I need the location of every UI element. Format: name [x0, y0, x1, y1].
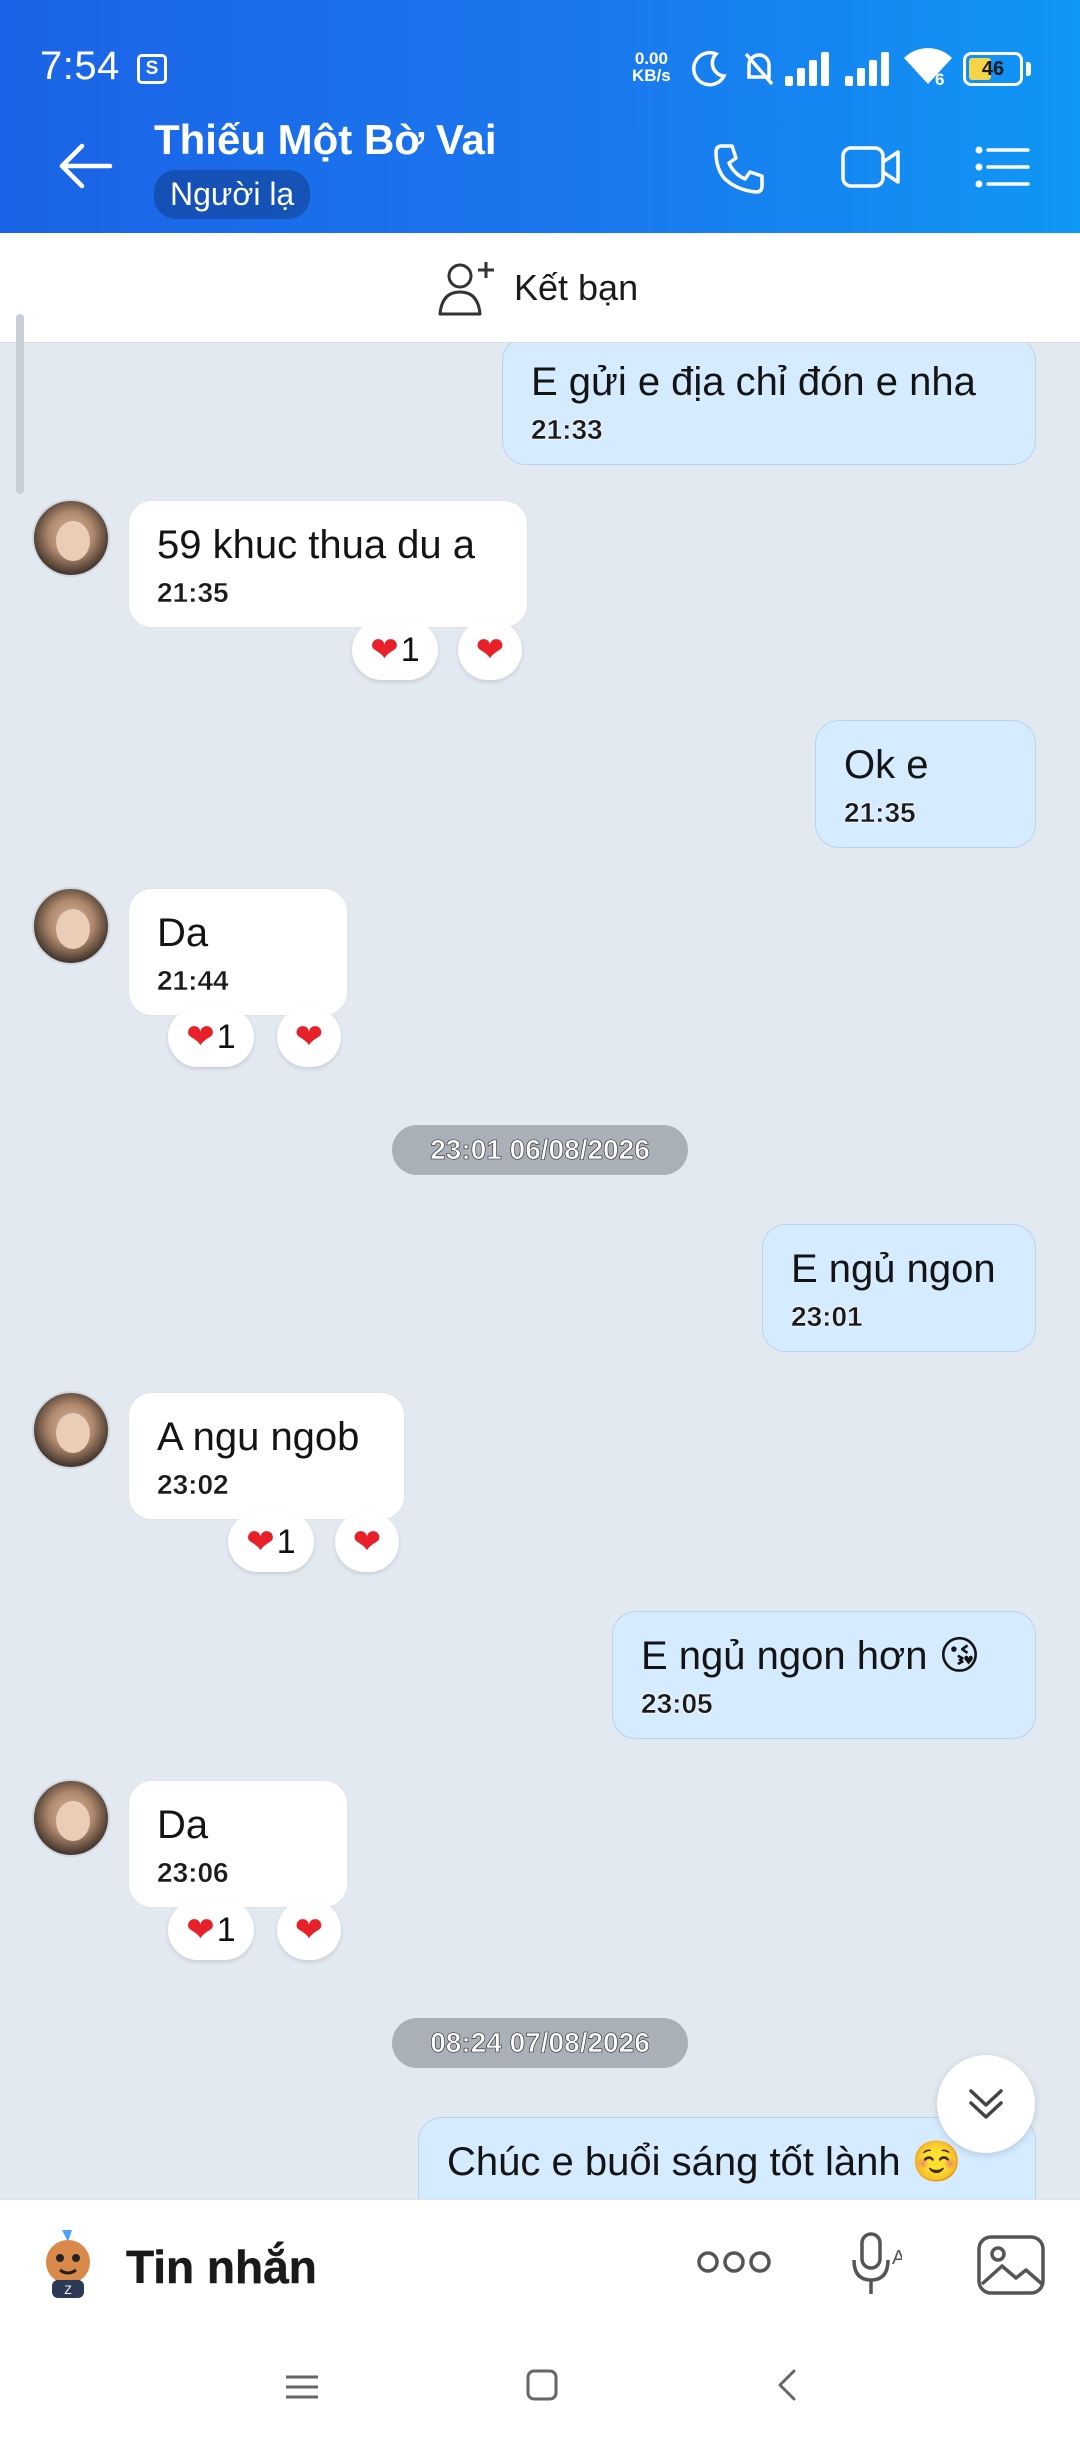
message-bubble-incoming[interactable]: 59 khuc thua du a 21:35: [128, 500, 528, 628]
message-bubble-outgoing[interactable]: E ngủ ngon hơn 😘 23:05: [612, 1611, 1036, 1739]
reaction-count-badge[interactable]: ❤ 1: [352, 620, 438, 680]
heart-icon: ❤: [246, 1523, 275, 1561]
avatar[interactable]: [32, 499, 110, 577]
heart-icon: ❤: [186, 1018, 215, 1056]
message-bubble-incoming[interactable]: Da 23:06: [128, 1780, 348, 1908]
avatar[interactable]: [32, 1779, 110, 1857]
avatar[interactable]: [32, 1391, 110, 1469]
battery-icon: 46: [963, 52, 1023, 86]
message-bubble-incoming[interactable]: Da 21:44: [128, 888, 348, 1016]
system-nav-bar: [0, 2329, 1080, 2460]
heart-icon: ❤: [475, 631, 505, 669]
status-bar: 7:54 S 0.00 KB/s 6 46: [0, 0, 1080, 100]
message-text: A ngu ngob: [157, 1415, 360, 1459]
recent-apps-icon[interactable]: [282, 2367, 322, 2407]
heart-icon: ❤: [370, 631, 399, 669]
phone-icon[interactable]: [712, 140, 768, 196]
date-separator: 23:01 06/08/2026: [392, 1125, 688, 1175]
bell-muted-icon: [744, 52, 774, 86]
react-heart-button[interactable]: ❤: [458, 620, 522, 680]
message-composer: Z Tin nhắn A: [0, 2199, 1080, 2329]
nav-back-icon[interactable]: [768, 2365, 808, 2405]
message-time: 23:05: [641, 1688, 713, 1719]
message-time: 21:44: [157, 965, 229, 996]
heart-icon: ❤: [294, 1911, 324, 1949]
reaction-count: 1: [276, 1522, 296, 1561]
message-bubble-outgoing[interactable]: E gửi e địa chỉ đón e nha 21:33: [502, 343, 1036, 465]
reaction-count: 1: [216, 1017, 236, 1056]
heart-icon: ❤: [294, 1018, 324, 1056]
contact-name: Thiếu Một Bờ Vai: [154, 116, 497, 163]
message-time: 23:02: [157, 1469, 229, 1500]
svg-text:A: A: [892, 2247, 902, 2269]
battery-percent: 46: [981, 58, 1005, 80]
home-icon[interactable]: [522, 2365, 562, 2405]
message-time: 21:35: [844, 797, 916, 828]
message-text: Chúc e buổi sáng tốt lành ☺️: [447, 2140, 962, 2184]
signal-2-icon: [845, 52, 889, 86]
back-arrow-icon[interactable]: [56, 136, 116, 196]
stranger-badge: Người lạ: [154, 170, 311, 219]
battery-cap: [1026, 62, 1031, 76]
more-icon[interactable]: [696, 2242, 772, 2282]
message-text: E ngủ ngon: [791, 1247, 996, 1291]
reaction-count-badge[interactable]: ❤ 1: [168, 1900, 254, 1960]
double-chevron-down-icon: [969, 2089, 1003, 2119]
message-text: Da: [157, 911, 209, 955]
mascot-icon[interactable]: Z: [32, 2228, 104, 2300]
moon-icon: [692, 50, 727, 87]
react-heart-button[interactable]: ❤: [335, 1512, 399, 1572]
chat-area[interactable]: E gửi e địa chỉ đón e nha 21:33 59 khuc …: [0, 343, 1080, 2199]
message-text: E ngủ ngon hơn 😘: [641, 1634, 981, 1678]
signal-1-icon: [785, 52, 829, 86]
status-time: 7:54: [40, 44, 120, 88]
message-time: 23:06: [157, 1857, 229, 1888]
message-text: E gửi e địa chỉ đón e nha: [531, 360, 976, 404]
mic-icon[interactable]: A: [846, 2230, 902, 2300]
date-separator: 08:24 07/08/2026: [392, 2018, 688, 2068]
add-friend-button[interactable]: Kết bạn: [436, 257, 638, 319]
react-heart-button[interactable]: ❤: [277, 1900, 341, 1960]
react-heart-button[interactable]: ❤: [277, 1007, 341, 1067]
message-time: 21:33: [531, 414, 603, 445]
message-time: 21:35: [157, 577, 229, 608]
add-friend-icon: [438, 262, 494, 316]
image-icon[interactable]: [976, 2234, 1046, 2296]
heart-icon: ❤: [186, 1911, 215, 1949]
message-text: Ok e: [844, 743, 929, 787]
scroll-to-bottom-button[interactable]: [937, 2055, 1035, 2153]
top-bar: 7:54 S 0.00 KB/s 6 46 Thiếu Một Bờ Vai N…: [0, 0, 1080, 233]
add-friend-label: Kết bạn: [514, 267, 639, 308]
reaction-count-badge[interactable]: ❤ 1: [168, 1007, 254, 1067]
reaction-count-badge[interactable]: ❤ 1: [228, 1512, 314, 1572]
message-bubble-incoming[interactable]: A ngu ngob 23:02: [128, 1392, 405, 1520]
reaction-count: 1: [400, 630, 420, 669]
message-text: Da: [157, 1803, 209, 1847]
message-input[interactable]: Tin nhắn: [126, 2240, 317, 2294]
reaction-count: 1: [216, 1910, 236, 1949]
chat-header: Thiếu Một Bờ Vai Người lạ: [0, 100, 1080, 233]
avatar[interactable]: [32, 887, 110, 965]
video-icon[interactable]: [840, 142, 902, 192]
wifi-icon: [904, 48, 952, 84]
svg-text:Z: Z: [64, 2283, 71, 2297]
add-friend-bar[interactable]: Kết bạn: [0, 233, 1080, 343]
message-text: 59 khuc thua du a: [157, 523, 476, 567]
list-menu-icon[interactable]: [974, 144, 1030, 190]
heart-icon: ❤: [352, 1523, 382, 1561]
message-bubble-outgoing[interactable]: Ok e 21:35: [815, 720, 1036, 848]
message-time: 23:01: [791, 1301, 863, 1332]
message-bubble-outgoing[interactable]: E ngủ ngon 23:01: [762, 1224, 1036, 1352]
network-speed: 0.00 KB/s: [632, 49, 671, 85]
wifi-generation: 6: [935, 70, 945, 89]
shopping-bag-icon: S: [137, 54, 167, 84]
